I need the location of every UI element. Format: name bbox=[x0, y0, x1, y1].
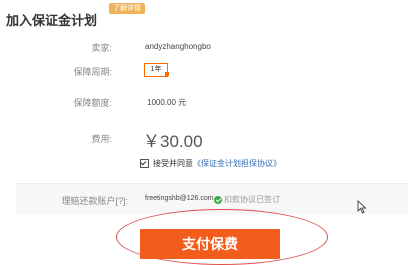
fee-label: 费用: bbox=[91, 134, 112, 144]
agree-checkbox[interactable] bbox=[140, 159, 149, 169]
pay-premium-button[interactable]: 支付保费 bbox=[140, 229, 280, 259]
period-label: 保障周期: bbox=[73, 67, 112, 77]
agreement-row: 接受并同意《保证金计划担保协议》 bbox=[140, 158, 281, 169]
mouse-cursor-icon bbox=[357, 200, 367, 214]
limit-value: 1000.00 元 bbox=[147, 98, 187, 107]
account-value: freetingshb@126.com bbox=[145, 195, 214, 202]
fee-value: ￥30.00 bbox=[143, 132, 203, 151]
agreement-link[interactable]: 《保证金计划担保协议》 bbox=[193, 159, 281, 168]
period-select-handle bbox=[165, 72, 169, 76]
seller-value: andyzhanghongbo bbox=[145, 42, 211, 51]
account-label: 理赔还款账户[?]: bbox=[61, 196, 128, 206]
seller-label: 卖家: bbox=[91, 43, 112, 53]
agreement-status: 扣款协议已签订 bbox=[214, 194, 280, 205]
check-circle-icon bbox=[214, 195, 222, 204]
limit-label: 保障额度: bbox=[73, 98, 112, 108]
agree-text: 接受并同意 bbox=[153, 159, 193, 168]
page-title: 加入保证金计划 bbox=[6, 13, 98, 28]
agreement-status-text: 扣款协议已签订 bbox=[224, 195, 280, 204]
learn-more-badge[interactable]: 了解详情 bbox=[109, 3, 145, 14]
